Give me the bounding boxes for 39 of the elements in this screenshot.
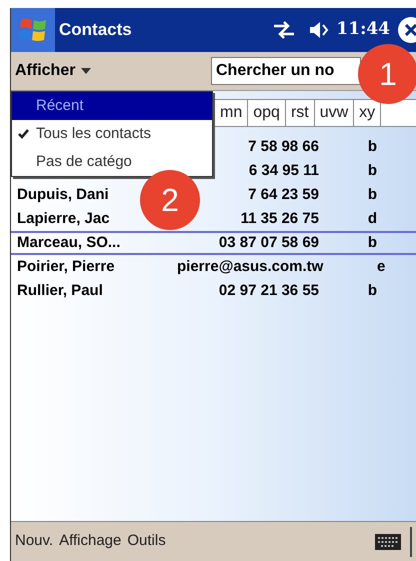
- close-icon: [405, 24, 416, 36]
- clock-time[interactable]: 11:44: [336, 17, 390, 43]
- contact-name: Dupuis, Dani: [17, 186, 109, 203]
- contact-letter: b: [368, 162, 377, 179]
- contact-phone: 7 64 23 59: [248, 186, 319, 203]
- contact-name: Rullier, Paul: [17, 282, 103, 299]
- contact-name: Lapierre, Jac: [17, 210, 110, 227]
- contact-phone: 11 35 26 75: [240, 210, 319, 227]
- view-menu-button[interactable]: Afficher: [15, 59, 211, 83]
- menu-bar-item[interactable]: Outils: [127, 530, 166, 553]
- contact-phone: 02 97 21 36 55: [218, 282, 319, 299]
- contact-email: pierre@asus.com.tw: [177, 258, 324, 275]
- windows-flag-icon: [18, 16, 48, 44]
- contact-name: Marceau, SO...: [17, 234, 120, 251]
- contact-phone: 6 34 95 11: [248, 162, 319, 179]
- menu-item[interactable]: Récent: [12, 92, 212, 120]
- index-tab[interactable]: uvw: [314, 100, 354, 126]
- menu-bar-item[interactable]: Affichage: [59, 530, 122, 553]
- search-field[interactable]: Chercher un no: [211, 57, 361, 85]
- index-tab[interactable]: opq: [248, 100, 286, 126]
- start-button[interactable]: [11, 8, 55, 52]
- contact-letter: d: [368, 210, 377, 227]
- index-tab[interactable]: rst: [286, 100, 315, 126]
- contact-letter: b: [368, 282, 377, 299]
- contact-letter: e: [377, 258, 386, 275]
- caret-icon: [81, 68, 92, 74]
- connectivity-icon[interactable]: [272, 20, 296, 40]
- contact-name: Poirier, Pierre: [17, 258, 115, 275]
- keyboard-icon[interactable]: [374, 532, 402, 550]
- menu-item[interactable]: Tous les contacts: [12, 120, 212, 148]
- contact-phone: 7 58 98 66: [248, 138, 319, 155]
- contact-letter: b: [368, 138, 377, 155]
- checkmark-icon: [18, 129, 29, 139]
- contact-letter: b: [368, 234, 377, 251]
- window-title: Contacts: [59, 19, 132, 42]
- contact-phone: 03 87 07 58 69: [218, 234, 319, 251]
- menu-bar-item[interactable]: Nouv.: [15, 530, 54, 553]
- contact-letter: b: [368, 186, 377, 203]
- speaker-icon[interactable]: [308, 20, 330, 40]
